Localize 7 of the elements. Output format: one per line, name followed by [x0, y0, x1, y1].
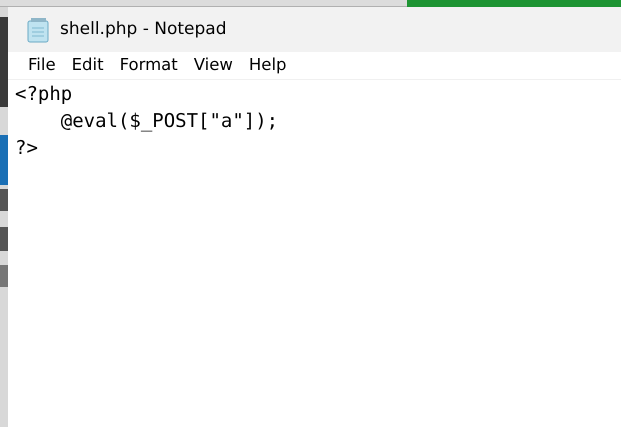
menu-item[interactable]: File	[20, 53, 64, 78]
notepad-icon	[26, 16, 50, 42]
menu-item[interactable]: Format	[112, 53, 186, 78]
menu-item[interactable]: View	[186, 53, 241, 78]
menu-item[interactable]: Edit	[64, 53, 112, 78]
menu-item[interactable]: Help	[240, 53, 295, 78]
window-title: shell.php - Notepad	[60, 18, 226, 41]
